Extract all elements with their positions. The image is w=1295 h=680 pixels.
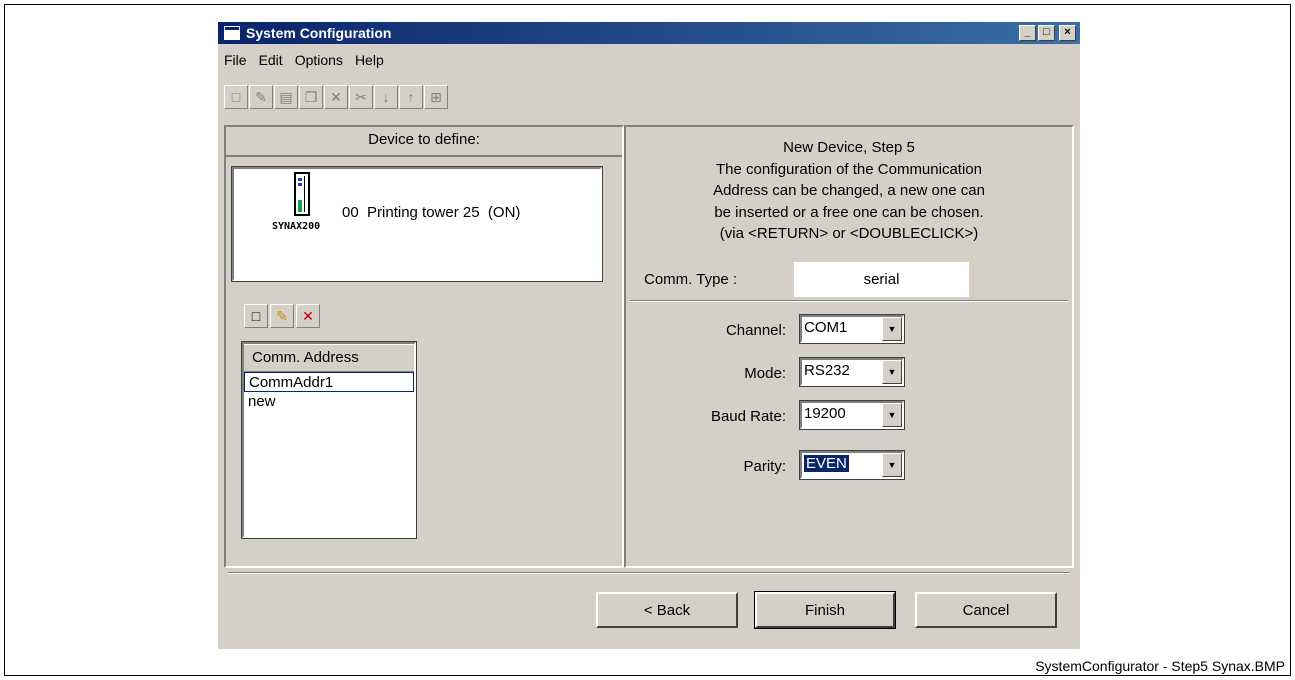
cancel-button[interactable]: Cancel: [915, 592, 1057, 628]
menu-file[interactable]: File: [224, 52, 247, 68]
menu-edit[interactable]: Edit: [259, 52, 283, 68]
baud-rate-select[interactable]: 19200 ▼: [799, 400, 905, 430]
figure-caption: SystemConfigurator - Step5 Synax.BMP: [1035, 658, 1285, 674]
list-item[interactable]: CommAddr1: [244, 372, 414, 392]
device-text: 00 Printing tower 25 (ON): [342, 204, 521, 221]
menu-help[interactable]: Help: [355, 52, 384, 68]
chevron-down-icon[interactable]: ▼: [882, 317, 902, 341]
mode-select[interactable]: RS232 ▼: [799, 357, 905, 387]
address-toolbar: □ ✎ ✕: [244, 304, 320, 328]
mode-label: Mode:: [744, 365, 786, 382]
comm-type-value: serial: [794, 262, 969, 297]
window-title: System Configuration: [246, 25, 392, 41]
bottom-separator: [228, 572, 1070, 574]
comm-address-list[interactable]: Comm. Address CommAddr1 new: [241, 341, 417, 539]
delete-icon[interactable]: ✕: [324, 85, 348, 109]
edit-address-icon[interactable]: ✎: [270, 304, 294, 328]
comm-type-label: Comm. Type :: [644, 271, 738, 288]
menu-bar: File Edit Options Help: [224, 52, 384, 68]
move-down-icon[interactable]: ↓: [374, 85, 398, 109]
parity-label: Parity:: [743, 458, 786, 475]
tree-icon[interactable]: ⊞: [424, 85, 448, 109]
new-icon[interactable]: □: [224, 85, 248, 109]
chevron-down-icon[interactable]: ▼: [882, 453, 902, 477]
new-address-icon[interactable]: □: [244, 304, 268, 328]
parity-value: EVEN: [803, 454, 850, 473]
step-text-line: Address can be changed, a new one can: [713, 182, 985, 199]
step-text-line: (via <RETURN> or <DOUBLECLICK>): [719, 225, 979, 242]
channel-value: COM1: [804, 319, 848, 336]
main-toolbar: □ ✎ ▤ ❐ ✕ ✂ ↓ ↑ ⊞: [224, 85, 448, 109]
parity-select[interactable]: EVEN ▼: [799, 450, 905, 480]
device-box[interactable]: SYNAX200 00 Printing tower 25 (ON): [231, 166, 603, 282]
chevron-down-icon[interactable]: ▼: [882, 403, 902, 427]
list-item[interactable]: new: [244, 392, 414, 412]
step-text-line: be inserted or a free one can be chosen.: [714, 203, 984, 221]
menu-options[interactable]: Options: [295, 52, 343, 68]
step-panel: New Device, Step 5 The configuration of …: [624, 125, 1074, 568]
maximize-button[interactable]: □: [1038, 25, 1055, 41]
comm-address-header[interactable]: Comm. Address: [244, 344, 414, 372]
device-panel-header: Device to define:: [226, 127, 622, 157]
back-button[interactable]: < Back: [596, 592, 738, 628]
channel-select[interactable]: COM1 ▼: [799, 314, 905, 344]
copy-icon[interactable]: ❐: [299, 85, 323, 109]
panel-divider: [630, 300, 1068, 302]
move-up-icon[interactable]: ↑: [399, 85, 423, 109]
baud-rate-label: Baud Rate:: [710, 408, 786, 425]
device-label: SYNAX200: [272, 221, 321, 232]
close-button[interactable]: ×: [1059, 25, 1076, 41]
chevron-down-icon[interactable]: ▼: [882, 360, 902, 384]
mode-value: RS232: [804, 362, 850, 379]
step-description: New Device, Step 5 The configuration of …: [626, 127, 1072, 245]
paste-icon[interactable]: ▤: [274, 85, 298, 109]
device-panel: Device to define: SYNAX200 00 Printing t…: [224, 125, 624, 568]
synax-device-icon: [294, 172, 310, 216]
step-text-line: The configuration of the Communication: [716, 160, 982, 178]
finish-button[interactable]: Finish: [754, 591, 896, 629]
title-bar: System Configuration _ □ ×: [218, 22, 1080, 44]
window-icon: [224, 26, 240, 40]
delete-address-icon[interactable]: ✕: [296, 304, 320, 328]
baud-rate-value: 19200: [804, 405, 846, 422]
cut-icon[interactable]: ✂: [349, 85, 373, 109]
step-title: New Device, Step 5: [783, 139, 915, 156]
minimize-button[interactable]: _: [1019, 25, 1036, 41]
window-controls: _ □ ×: [1019, 25, 1076, 41]
channel-label: Channel:: [725, 322, 786, 339]
edit-icon[interactable]: ✎: [249, 85, 273, 109]
system-configuration-window: System Configuration _ □ × File Edit Opt…: [218, 22, 1080, 649]
